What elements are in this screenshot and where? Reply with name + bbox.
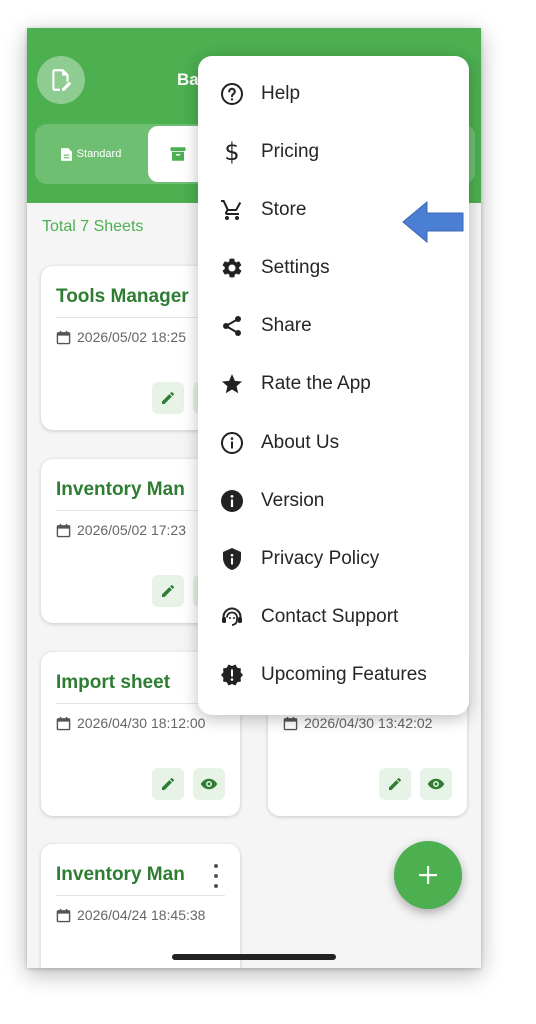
calendar-icon bbox=[283, 716, 298, 730]
view-button[interactable] bbox=[420, 768, 452, 800]
menu-item-label: Help bbox=[261, 83, 301, 104]
sheet-card-date-text: 2026/04/30 18:12:00 bbox=[77, 715, 206, 731]
sheet-card-title: Inventory Man bbox=[56, 479, 185, 500]
more-options-button[interactable] bbox=[210, 864, 222, 888]
menu-item-label: Share bbox=[261, 315, 312, 336]
calendar-icon bbox=[56, 330, 71, 344]
total-sheets-count: Total 7 Sheets bbox=[42, 218, 144, 235]
tab-standard[interactable]: Standard bbox=[35, 124, 147, 184]
menu-item-label: Store bbox=[261, 199, 307, 220]
shield-icon bbox=[219, 546, 245, 572]
calendar-icon bbox=[56, 908, 71, 922]
edit-button[interactable] bbox=[152, 575, 184, 607]
pencil-icon bbox=[162, 391, 174, 404]
menu-item-label: Settings bbox=[261, 257, 330, 278]
share-icon bbox=[219, 313, 245, 339]
menu-item-about-us[interactable]: About Us bbox=[198, 415, 469, 471]
menu-item-contact-support[interactable]: Contact Support bbox=[198, 589, 469, 645]
view-button[interactable] bbox=[193, 768, 225, 800]
app-logo[interactable] bbox=[37, 56, 85, 104]
menu-item-label: Pricing bbox=[261, 141, 320, 162]
menu-item-version[interactable]: Version bbox=[198, 473, 469, 529]
menu-item-label: Contact Support bbox=[261, 606, 399, 627]
sheet-card-date: 2026/04/30 18:12:00 bbox=[56, 715, 205, 731]
archive-icon bbox=[170, 147, 186, 161]
eye-icon bbox=[427, 778, 445, 790]
help-circle-icon bbox=[219, 81, 245, 107]
menu-item-help[interactable]: Help bbox=[198, 66, 469, 122]
menu-item-settings[interactable]: Settings bbox=[198, 240, 469, 296]
pencil-icon bbox=[389, 777, 401, 790]
annotation-arrow-icon bbox=[402, 200, 464, 244]
menu-item-label: Version bbox=[261, 490, 325, 511]
pencil-icon bbox=[162, 777, 174, 790]
menu-item-pricing[interactable]: $ Pricing bbox=[198, 124, 469, 180]
overflow-menu: Help $ Pricing Store Settings Share Rate… bbox=[198, 56, 469, 715]
sheet-card-date-text: 2026/04/30 13:42:02 bbox=[304, 715, 433, 731]
sheet-card-date-text: 2026/05/02 18:25 bbox=[77, 329, 186, 345]
home-indicator[interactable] bbox=[172, 954, 336, 960]
dollar-icon: $ bbox=[224, 138, 240, 166]
menu-item-upcoming-features[interactable]: Upcoming Features bbox=[198, 647, 469, 703]
star-icon bbox=[219, 371, 245, 397]
tab-standard-label: Standard bbox=[76, 148, 122, 160]
calendar-icon bbox=[56, 523, 71, 537]
edit-button[interactable] bbox=[379, 768, 411, 800]
sheet-card-date: 2026/04/24 18:45:38 bbox=[56, 907, 205, 923]
sheet-card-title: Inventory Man bbox=[56, 864, 185, 885]
edit-document-icon bbox=[52, 69, 72, 91]
sheet-card[interactable]: Inventory Man 2026/04/24 18:45:38 bbox=[41, 844, 240, 968]
plus-icon bbox=[419, 866, 437, 884]
menu-item-label: Privacy Policy bbox=[261, 548, 380, 569]
document-icon bbox=[60, 147, 72, 161]
card-divider bbox=[56, 895, 225, 896]
calendar-icon bbox=[56, 716, 71, 730]
menu-item-label: Upcoming Features bbox=[261, 664, 427, 685]
menu-item-label: Rate the App bbox=[261, 373, 371, 394]
new-releases-icon bbox=[219, 662, 245, 688]
sheet-card-title: Import sheet bbox=[56, 672, 171, 693]
cart-icon bbox=[219, 197, 245, 223]
screenshot-stage: Ba Standard Total 7 Sheets Tools Manager… bbox=[0, 0, 536, 1024]
sheet-card-date: 2026/05/02 18:25 bbox=[56, 329, 186, 345]
support-agent-icon bbox=[219, 604, 245, 630]
sheet-card-date-text: 2026/05/02 17:23 bbox=[77, 522, 186, 538]
info-filled-icon bbox=[219, 488, 245, 514]
sheet-card-date: 2026/04/30 13:42:02 bbox=[283, 715, 432, 731]
pencil-icon bbox=[162, 584, 174, 597]
menu-item-label: About Us bbox=[261, 432, 340, 453]
menu-item-privacy-policy[interactable]: Privacy Policy bbox=[198, 531, 469, 587]
edit-button[interactable] bbox=[152, 768, 184, 800]
gear-icon bbox=[219, 255, 245, 281]
add-sheet-button[interactable] bbox=[394, 841, 462, 909]
sheet-card-date-text: 2026/04/24 18:45:38 bbox=[77, 907, 206, 923]
menu-item-rate-app[interactable]: Rate the App bbox=[198, 356, 469, 412]
edit-button[interactable] bbox=[152, 382, 184, 414]
sheet-card-title: Tools Manager bbox=[56, 286, 189, 307]
eye-icon bbox=[200, 778, 218, 790]
menu-item-share[interactable]: Share bbox=[198, 298, 469, 354]
app-title: Ba bbox=[177, 70, 199, 89]
info-outline-icon bbox=[219, 430, 245, 456]
sheet-card-date: 2026/05/02 17:23 bbox=[56, 522, 186, 538]
